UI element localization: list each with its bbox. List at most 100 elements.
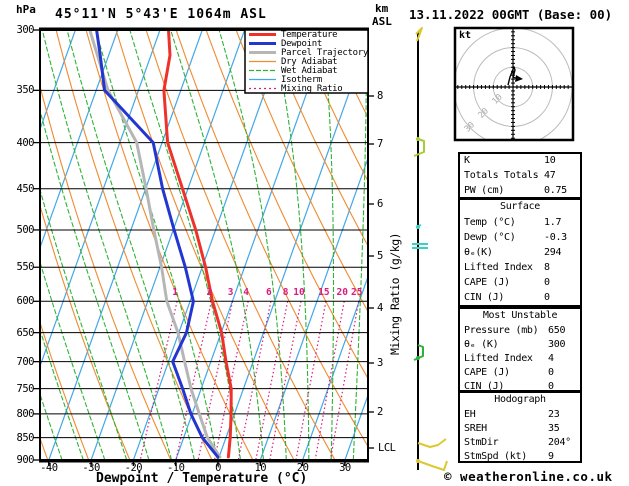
skewt-sounding-chart: 10 20 30 hPa 45°11'N 5°43'E 1064m ASL km A… (0, 0, 629, 486)
table-row-value: 300 (548, 339, 566, 350)
table-row: Pressure (mb) 650 (460, 324, 580, 338)
km-tick-label: 3 (377, 357, 383, 369)
km-tick-label: 8 (377, 90, 383, 102)
pressure-tick-label: 800 (16, 407, 35, 420)
table-row-label: EH (464, 409, 476, 420)
temp-tick-label: 20 (296, 462, 309, 474)
table-row: PW (cm) 0.75 (460, 184, 580, 199)
mixing-ratio-axis-title: Mixing Ratio (g/kg) (388, 232, 402, 355)
temp-tick-label: -30 (82, 462, 100, 474)
hodograph-table-header: Hodograph (494, 394, 546, 405)
table-row-value: 8 (544, 262, 550, 273)
lcl-label: LCL (378, 442, 396, 454)
pressure-tick-label: 500 (16, 223, 35, 236)
dry-adiabat-line (41, 87, 171, 459)
km-tick-label: 4 (377, 302, 383, 314)
temp-tick-label: -20 (124, 462, 143, 474)
wind-barb-dot (416, 137, 420, 141)
table-row-value: 35 (548, 423, 560, 434)
mixing-ratio-value-label: 10 (293, 287, 305, 298)
pressure-tick-label: 650 (16, 326, 35, 339)
mixing-ratio-line (255, 301, 289, 459)
table-row-label: Dewp (°C) (464, 232, 516, 243)
table-row-value: 294 (544, 247, 562, 258)
wind-barb (417, 438, 447, 448)
mixing-ratio-value-label: 25 (350, 287, 363, 298)
pressure-tick-label: 850 (16, 431, 35, 444)
surface-table: Surface Temp (°C) 1.7 Dewp (°C) -0.3 θₑ(K) 29… (458, 198, 582, 307)
table-row-label: K (464, 155, 470, 166)
table-row-label: θₑ(K) (464, 247, 493, 258)
pressure-tick-label: 350 (16, 84, 35, 97)
legend-item-label: Mixing Ratio (281, 83, 343, 94)
km-tick-label: 7 (377, 138, 383, 150)
hodograph-group: 102030 (456, 29, 572, 139)
table-row-value: 4 (548, 353, 554, 364)
hodograph-unit-label: kt (459, 30, 472, 41)
table-row-value: 0 (548, 367, 554, 378)
indices-table: K 10 Totals Totals 47 PW (cm) 0.75 (458, 152, 582, 199)
temp-tick-label: 10 (254, 462, 267, 474)
copyright: © weatheronline.co.uk (444, 469, 613, 484)
mixing-ratio-line (139, 301, 178, 459)
pressure-tick-label: 700 (16, 355, 35, 368)
page-title: 45°11'N 5°43'E 1064m ASL (55, 7, 267, 22)
km-tick-label: 5 (377, 250, 383, 262)
table-row: K 10 (460, 154, 580, 169)
table-row: θₑ (K) 300 (460, 338, 580, 352)
table-row: θₑ(K) 294 (460, 246, 580, 261)
table-row-label: Pressure (mb) (464, 325, 539, 336)
wet-adiabat-line (66, 31, 195, 459)
temp-tick-label: -40 (40, 462, 58, 474)
pressure-tick-label: 450 (16, 182, 35, 195)
wet-adiabat-line (271, 31, 310, 459)
table-row-label: CAPE (J) (464, 367, 510, 378)
pressure-axis-unit: hPa (16, 3, 36, 16)
altitude-axis-unit-asl: ASL (372, 15, 392, 28)
pressure-tick-label: 750 (16, 382, 35, 395)
datetime-label: 13.11.2022 00GMT (Base: 00) (409, 7, 613, 22)
table-row: Lifted Index 8 (460, 261, 580, 276)
temp-tick-label: -10 (166, 462, 185, 474)
table-row: Temp (°C) 1.7 (460, 216, 580, 231)
table-row-value: -0.3 (544, 232, 567, 243)
dry-adiabat-line (175, 31, 367, 446)
table-row: CAPE (J) 0 (460, 366, 580, 380)
table-row-label: Totals Totals (464, 170, 539, 181)
table-row-value: 0 (544, 277, 550, 288)
wind-barb-dot (416, 225, 420, 229)
table-row-label: CAPE (J) (464, 277, 510, 288)
table-row-value: 10 (544, 155, 556, 166)
hodograph-stats-table: Hodograph EH 23 SREH 35 StmDir 204° StmSpd (kt… (458, 391, 582, 463)
table-row-value: 1.7 (544, 217, 562, 228)
dry-adiabat-line (205, 31, 367, 378)
isotherm-line (217, 40, 367, 459)
table-row-value: 47 (544, 170, 556, 181)
altitude-axis-unit-km: km (375, 2, 389, 15)
table-row: SREH 35 (460, 422, 580, 436)
hodograph-ring-label: 10 (490, 92, 504, 106)
table-row-label: StmDir (464, 437, 499, 448)
table-row-value: 9 (548, 451, 554, 462)
table-row-label: θₑ (K) (464, 339, 499, 350)
table-row: StmDir 204° (460, 436, 580, 450)
table-row-label: PW (cm) (464, 185, 505, 196)
table-row: CIN (J) 0 (460, 291, 580, 306)
wet-adiabat-line (352, 31, 367, 459)
most-unstable-table: Most Unstable Pressure (mb) 650 θₑ (K) 300 L… (458, 307, 582, 392)
table-row-value: 23 (548, 409, 560, 420)
most-unstable-table-header: Most Unstable (482, 310, 558, 321)
table-row-value: 650 (548, 325, 566, 336)
pressure-tick-label: 550 (16, 261, 35, 274)
wind-barb-dot (416, 459, 420, 463)
table-row-label: Lifted Index (464, 262, 533, 273)
pressure-tick-label: 400 (16, 136, 35, 149)
km-tick-label: 6 (377, 198, 383, 210)
hodograph-trace-marker (515, 75, 523, 82)
table-row: StmSpd (kt) 9 (460, 450, 580, 464)
table-row-value: 0 (544, 292, 550, 303)
table-row-label: Temp (°C) (464, 217, 516, 228)
surface-table-header: Surface (499, 201, 541, 212)
table-row-value: 204° (548, 437, 571, 448)
pressure-tick-label: 300 (16, 24, 35, 36)
